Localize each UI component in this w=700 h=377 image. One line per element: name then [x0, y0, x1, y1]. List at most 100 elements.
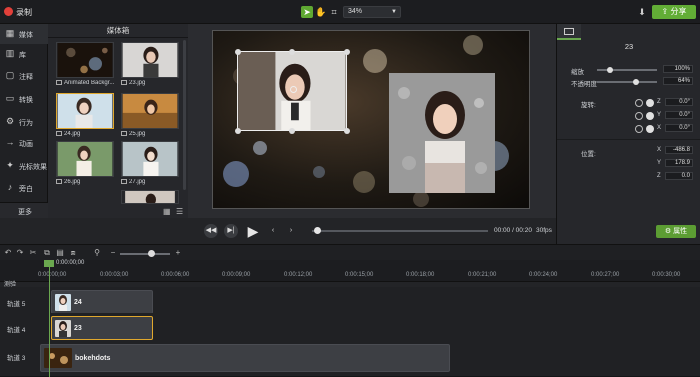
ruler-tick: 0:00:27;00: [591, 272, 620, 278]
nav-item-label: 旁白: [19, 186, 33, 193]
player-controls: ◀◀ ▶| ▶ ‹ › 00:00 / 00:20 30fps: [188, 218, 556, 244]
nav-item-annotations[interactable]: ▢ 注释: [0, 66, 48, 86]
media-thumbnail: [121, 190, 179, 204]
copy-icon[interactable]: ⧉: [42, 248, 52, 258]
opacity-field[interactable]: 64%: [663, 77, 693, 85]
nav-more-button[interactable]: 更多: [0, 202, 48, 218]
rotate-z-field[interactable]: 0.0°: [665, 98, 693, 106]
position-label: 位置:: [581, 151, 596, 158]
properties-button[interactable]: ⚙ 属性: [656, 225, 696, 238]
nav-item-transitions[interactable]: ▭ 转换: [0, 89, 48, 109]
record-icon[interactable]: [4, 7, 13, 16]
step-back-button[interactable]: ▶|: [224, 224, 238, 238]
nav-item-label: 行为: [19, 120, 33, 127]
nav-item-library[interactable]: ▥ 库: [0, 44, 48, 64]
rotate-x-dial[interactable]: [646, 125, 654, 133]
track-label: 轨道 3: [7, 355, 26, 362]
timeline-clip[interactable]: 24: [51, 290, 153, 314]
timeline-zoom-slider[interactable]: [120, 253, 170, 255]
rotate-x-icon: [635, 125, 643, 133]
resize-handle[interactable]: [344, 128, 350, 134]
nav-item-behaviors[interactable]: ⚙ 行为: [0, 112, 48, 132]
bokeh-light: [313, 166, 325, 178]
rotate-y-field[interactable]: 0.0°: [665, 111, 693, 119]
rotate-y-dial[interactable]: [646, 112, 654, 120]
preview-canvas[interactable]: [212, 30, 530, 209]
progress-knob[interactable]: [314, 227, 321, 234]
timeline-clip[interactable]: 23: [51, 316, 153, 340]
media-thumbnail: [56, 93, 114, 129]
opacity-slider[interactable]: [597, 81, 657, 83]
nav-item-animations[interactable]: → 动画: [0, 133, 48, 153]
position-z-field[interactable]: 0.0: [665, 172, 693, 180]
rotate-handle-icon[interactable]: [290, 86, 297, 93]
undo-icon[interactable]: ↶: [3, 248, 13, 258]
download-icon[interactable]: ⬇: [637, 6, 647, 18]
nav-item-media[interactable]: ▦ 媒体: [0, 24, 48, 44]
redo-icon[interactable]: ↷: [15, 248, 25, 258]
rotate-x-field[interactable]: 0.0°: [665, 124, 693, 132]
grid-view-icon[interactable]: ▦: [163, 207, 172, 216]
canvas-media-23[interactable]: [235, 49, 350, 134]
position-x-field[interactable]: -486.8: [665, 146, 693, 154]
ruler-tick: 0:00:06;00: [161, 272, 190, 278]
previous-button[interactable]: ‹: [266, 224, 280, 238]
zoom-icon[interactable]: ⚲: [92, 248, 102, 258]
timeline-ruler[interactable]: 0:00:00;00 0:00:00;00 0:00:03;00 0:00:06…: [0, 260, 700, 288]
nav-item-cursor-effects[interactable]: ✦ 光标效果: [0, 156, 48, 176]
opacity-label: 不透明度: [571, 81, 597, 88]
media-bin-panel: 媒体箱 Animated Backgr... 23.jpg 24.jpg 25.…: [48, 24, 188, 218]
scale-slider[interactable]: [597, 69, 657, 71]
resize-handle[interactable]: [235, 128, 241, 134]
playhead-marker[interactable]: [44, 260, 54, 267]
scale-field[interactable]: 100%: [663, 65, 693, 73]
bokeh-light: [363, 49, 387, 73]
clip-thumbnail: [55, 320, 71, 337]
zoom-out-icon[interactable]: −: [108, 248, 118, 258]
film-icon: ▦: [5, 28, 15, 38]
nav-item-label: 光标效果: [19, 164, 47, 171]
transition-icon: ▭: [5, 93, 15, 103]
annotation-icon: ▢: [5, 70, 15, 80]
image-icon: [121, 131, 127, 136]
position-y-field[interactable]: 178.9: [665, 159, 693, 167]
next-button[interactable]: ›: [284, 224, 298, 238]
clip-thumbnail: [55, 294, 71, 311]
cut-icon[interactable]: ✂: [28, 248, 38, 258]
hand-tool-icon[interactable]: ✋: [315, 6, 327, 18]
rotate-x-axis: X: [657, 125, 662, 131]
resize-handle[interactable]: [344, 49, 350, 55]
resize-handle[interactable]: [235, 49, 241, 55]
list-view-icon[interactable]: ☰: [176, 207, 185, 216]
track-3[interactable]: 轨道 3 bokehdots: [0, 341, 700, 377]
visual-properties-tab[interactable]: [557, 24, 581, 40]
ruler-tick: 0:00:24;00: [529, 272, 558, 278]
screen-icon: [564, 28, 574, 35]
media-scrollbar[interactable]: [183, 40, 186, 190]
ruler-tick: 0:00:12;00: [284, 272, 313, 278]
resize-handle[interactable]: [289, 128, 295, 134]
nav-item-narration[interactable]: ♪ 旁白: [0, 178, 48, 198]
split-icon[interactable]: ⧈: [68, 248, 78, 258]
record-label[interactable]: 录制: [16, 7, 32, 18]
track-4[interactable]: 轨道 4 23: [0, 313, 700, 343]
rewind-button[interactable]: ◀◀: [204, 224, 218, 238]
crop-tool-icon[interactable]: ⌗: [328, 6, 340, 18]
timeline-playhead[interactable]: [49, 267, 50, 377]
share-button[interactable]: ⇪ 分享: [652, 5, 696, 19]
timeline-zoom-knob[interactable]: [148, 250, 155, 257]
paste-icon[interactable]: ▤: [55, 248, 65, 258]
pointer-tool-icon[interactable]: ➤: [301, 6, 313, 18]
zoom-in-icon[interactable]: +: [173, 248, 183, 258]
gear-icon: ⚙: [664, 228, 672, 235]
zoom-select[interactable]: 34% ▼: [343, 6, 401, 18]
opacity-slider-knob[interactable]: [633, 79, 639, 85]
timeline-clip[interactable]: bokehdots: [40, 344, 450, 372]
rotate-z-dial[interactable]: [646, 99, 654, 107]
resize-handle[interactable]: [289, 49, 295, 55]
progress-track[interactable]: [312, 230, 488, 232]
play-button[interactable]: ▶: [244, 222, 262, 240]
ruler-tick: 0:00:30;00: [652, 272, 681, 278]
scale-slider-knob[interactable]: [607, 67, 613, 73]
canvas-media-24[interactable]: [389, 73, 495, 193]
